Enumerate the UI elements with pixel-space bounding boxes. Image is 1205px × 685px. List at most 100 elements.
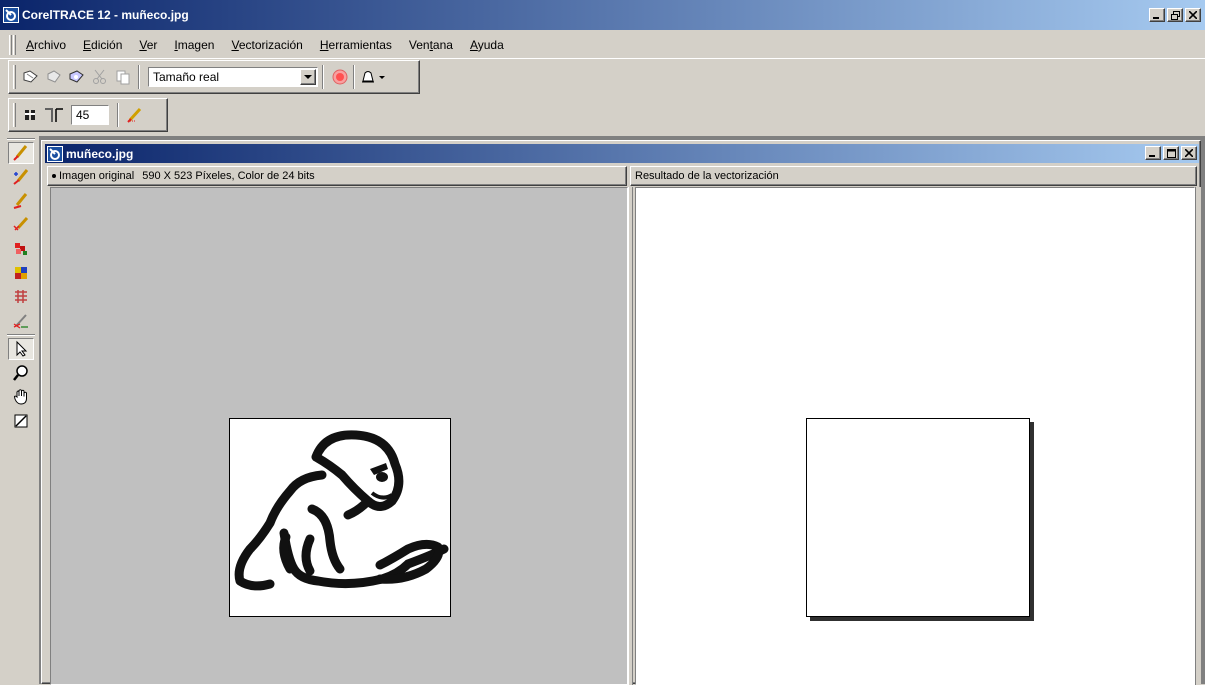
zoom-icon bbox=[13, 365, 28, 381]
vectorization-result-page[interactable] bbox=[806, 418, 1030, 617]
close-icon bbox=[1185, 149, 1193, 157]
coreltrace-window: CorelTRACE 12 - muñeco.jpg Archivo Edici… bbox=[0, 0, 1205, 685]
toolstrip-top-separator bbox=[7, 138, 35, 140]
document-title: muñeco.jpg bbox=[66, 146, 134, 161]
trace-ocr-tool[interactable] bbox=[8, 310, 34, 332]
maximize-icon bbox=[1166, 148, 1176, 158]
settings-toolbar: 45 bbox=[8, 98, 168, 132]
original-image-pane[interactable] bbox=[50, 187, 628, 685]
original-image-info: 590 X 523 Píxeles, Color de 24 bits bbox=[142, 170, 315, 182]
menu-ayuda-label: yuda bbox=[477, 37, 504, 52]
menu-imagen-label: magen bbox=[177, 37, 215, 52]
pointer-icon bbox=[16, 340, 28, 357]
menu-bar: Archivo Edición Ver Imagen Vectorización… bbox=[0, 31, 1205, 59]
record-button[interactable] bbox=[329, 66, 351, 88]
document-app-icon bbox=[47, 145, 63, 162]
trace-ocr-icon bbox=[13, 314, 28, 329]
trace-sketch-icon bbox=[13, 216, 29, 231]
menu-ver-label: er bbox=[146, 37, 158, 52]
menu-edicion[interactable]: Edición bbox=[83, 38, 122, 52]
menu-ventana-label-b: ana bbox=[432, 37, 453, 52]
doc-minimize-button[interactable] bbox=[1145, 146, 1161, 160]
accuracy-input[interactable]: 45 bbox=[71, 105, 109, 125]
menu-archivo-label: rchivo bbox=[34, 37, 67, 52]
toolbar-separator bbox=[138, 65, 140, 89]
minimize-button[interactable] bbox=[1149, 8, 1165, 22]
minimize-icon bbox=[1153, 17, 1159, 19]
trace-centerline-tool[interactable] bbox=[8, 166, 34, 188]
toolbar-grip[interactable] bbox=[13, 65, 16, 89]
window-title: CorelTRACE 12 - muñeco.jpg bbox=[22, 8, 189, 22]
document-title-bar[interactable]: muñeco.jpg bbox=[45, 144, 1199, 163]
trace-mosaic-icon bbox=[15, 243, 27, 255]
hand-icon bbox=[13, 389, 27, 405]
result-pane-label: Resultado de la vectorización bbox=[635, 170, 779, 182]
result-pane[interactable] bbox=[635, 187, 1195, 685]
zoom-combo-value: Tamaño real bbox=[153, 70, 220, 84]
restore-icon bbox=[1170, 10, 1180, 20]
save-icon bbox=[47, 70, 61, 83]
menu-ventana-label-a: Ven bbox=[408, 37, 430, 52]
cut-button[interactable] bbox=[89, 66, 111, 88]
toolstrip-separator bbox=[7, 334, 35, 336]
close-button[interactable] bbox=[1185, 8, 1201, 22]
doc-maximize-button[interactable] bbox=[1163, 146, 1179, 160]
minimize-icon bbox=[1149, 155, 1155, 157]
toolbar2-separator bbox=[117, 103, 119, 127]
toolbar2-grip[interactable] bbox=[13, 103, 16, 127]
toolbar-separator-2 bbox=[322, 65, 324, 89]
trace-3d-mosaic-tool[interactable] bbox=[8, 262, 34, 284]
save-button[interactable] bbox=[43, 66, 65, 88]
toolbar-separator-3 bbox=[353, 65, 355, 89]
trace-outline-tool[interactable] bbox=[8, 142, 34, 164]
zoom-tool[interactable] bbox=[8, 362, 34, 384]
original-pane-header[interactable]: Imagen original 590 X 523 Píxeles, Color… bbox=[47, 166, 627, 186]
restore-button[interactable] bbox=[1167, 8, 1183, 22]
menubar-grip[interactable] bbox=[9, 35, 12, 55]
menu-ayuda[interactable]: Ayuda bbox=[470, 38, 504, 52]
mdi-workspace: muñeco.jpg Imagen original 590 X 523 Píx… bbox=[39, 136, 1205, 685]
open-button[interactable] bbox=[20, 66, 42, 88]
trace-sketch-tool[interactable] bbox=[8, 214, 34, 236]
eraser-tool[interactable] bbox=[8, 410, 34, 432]
menu-archivo[interactable]: Archivo bbox=[26, 38, 66, 52]
zoom-combo-dropdown[interactable] bbox=[300, 69, 316, 85]
trace-form-icon bbox=[15, 290, 27, 303]
menu-imagen[interactable]: Imagen bbox=[174, 38, 214, 52]
trace-mosaic-tool[interactable] bbox=[8, 238, 34, 260]
trace-settings-icon bbox=[25, 110, 35, 120]
menu-vectorizacion[interactable]: Vectorización bbox=[231, 38, 302, 52]
trace-form-tool[interactable] bbox=[8, 286, 34, 308]
cut-icon bbox=[93, 69, 106, 84]
menu-edicion-label: dición bbox=[91, 37, 123, 52]
menu-ver[interactable]: Ver bbox=[139, 38, 157, 52]
pointer-tool[interactable] bbox=[8, 338, 34, 360]
original-image[interactable] bbox=[229, 418, 451, 617]
bell-dropdown-button[interactable] bbox=[358, 66, 388, 88]
document-window: muñeco.jpg Imagen original 590 X 523 Píx… bbox=[41, 140, 1201, 685]
copy-button[interactable] bbox=[112, 66, 134, 88]
open-icon bbox=[23, 70, 38, 83]
line-width-button[interactable] bbox=[43, 104, 65, 126]
result-pane-header[interactable]: Resultado de la vectorización bbox=[630, 166, 1197, 186]
eraser-icon bbox=[14, 414, 28, 428]
trace-outline-icon bbox=[13, 145, 28, 161]
menubar-grip-2[interactable] bbox=[13, 35, 16, 55]
trace-woodcut-tool[interactable] bbox=[8, 190, 34, 212]
trace-pen-button[interactable] bbox=[124, 104, 146, 126]
zoom-combo[interactable]: Tamaño real bbox=[148, 67, 318, 87]
original-pane-label: Imagen original bbox=[59, 170, 135, 182]
trace-centerline-icon bbox=[13, 169, 29, 185]
chevron-down-icon bbox=[304, 74, 312, 79]
doc-close-button[interactable] bbox=[1181, 146, 1197, 160]
pane-splitter[interactable] bbox=[628, 187, 633, 685]
hand-tool[interactable] bbox=[8, 386, 34, 408]
muneco-drawing bbox=[234, 430, 449, 591]
coreltrace-app-icon bbox=[3, 7, 19, 23]
import-button[interactable] bbox=[66, 66, 88, 88]
title-bar[interactable]: CorelTRACE 12 - muñeco.jpg bbox=[0, 0, 1205, 30]
menu-herramientas-label: erramientas bbox=[328, 37, 392, 52]
menu-ventana[interactable]: Ventana bbox=[409, 38, 453, 52]
trace-settings-button[interactable] bbox=[20, 104, 42, 126]
menu-herramientas[interactable]: Herramientas bbox=[320, 38, 392, 52]
